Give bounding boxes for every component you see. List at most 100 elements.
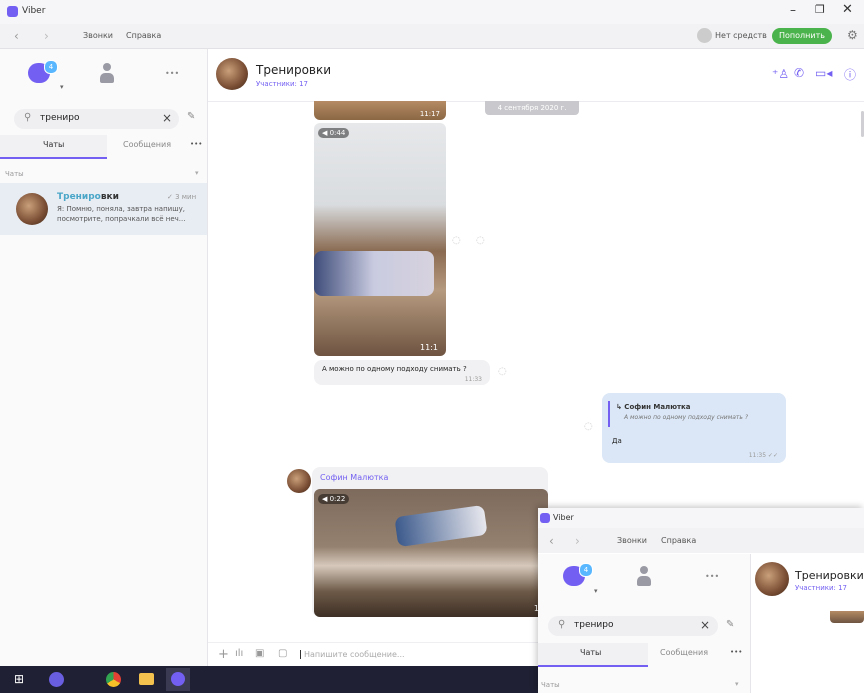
file-explorer-icon[interactable]: [139, 673, 154, 685]
sticker-icon[interactable]: ▢: [278, 648, 287, 659]
video-call-icon[interactable]: ▭◂: [815, 66, 832, 80]
settings-icon[interactable]: ⚙: [847, 28, 858, 42]
menu-calls[interactable]: Звонки: [83, 31, 113, 40]
tab-chats[interactable]: Чаты: [0, 135, 107, 159]
reaction-icon-2[interactable]: ◌: [584, 421, 593, 432]
overlay-tab-chats[interactable]: Чаты: [538, 643, 648, 667]
minimize-icon[interactable]: –: [790, 3, 796, 17]
reaction-icon[interactable]: ◌: [498, 366, 507, 377]
close-icon[interactable]: ✕: [842, 2, 853, 17]
overlay-compose-icon[interactable]: ✎: [726, 619, 734, 630]
chat-preview-line2: посмотрите, попрачкали всё неч...: [57, 215, 186, 223]
overlay-section-chevron-icon[interactable]: ▾: [735, 680, 739, 688]
tab-messages-label: Сообщения: [123, 140, 172, 149]
incoming-message-time: 11:33: [464, 376, 482, 383]
overlay-forward-icon[interactable]: ›: [575, 534, 580, 548]
menu-help[interactable]: Справка: [126, 31, 161, 40]
overlay-menu-calls[interactable]: Звонки: [617, 536, 647, 545]
message-input[interactable]: Напишите сообщение...: [300, 650, 405, 659]
video-message[interactable]: ◀ 0:44 11:1: [314, 123, 446, 356]
chat-subtitle: Участники: 17: [256, 80, 309, 88]
more-icon[interactable]: •••: [165, 69, 179, 78]
reply-time: 11:35 ✓✓: [748, 452, 778, 459]
chat-name: Тренировки: [57, 192, 119, 202]
gif-icon[interactable]: ▣: [255, 648, 264, 659]
sidebar: 4 ▾ ••• ⚲ тренирo × ✎ Чаты Сообщения •••…: [0, 49, 208, 666]
overlay-chat-subtitle: Участники: 17: [795, 584, 848, 592]
overlay-app-title: Viber: [553, 513, 574, 522]
chat-header: Тренировки Участники: 17 ⁺♙ ✆ ▭◂ ⓘ: [208, 49, 864, 102]
contacts-icon[interactable]: [100, 63, 114, 83]
clear-icon[interactable]: ×: [162, 111, 172, 125]
menu-bar: ‹ › Звонки Справка Нет средств Пополнить…: [0, 24, 864, 49]
overlay-viber-logo-icon: [540, 513, 550, 523]
overlay-back-icon[interactable]: ‹: [549, 534, 554, 548]
share-icon[interactable]: ◌: [452, 235, 461, 246]
back-icon[interactable]: ‹: [14, 29, 19, 43]
incoming-video-bubble[interactable]: Софин Малютка ◀ 0:22 12: [312, 467, 548, 617]
taskbar: ⊞: [0, 666, 538, 693]
title-bar: Viber – ❐ ✕: [0, 0, 864, 24]
forward-message-icon[interactable]: ◌: [476, 235, 485, 246]
search-input[interactable]: тренирo: [40, 113, 79, 123]
video-message-2[interactable]: ◀ 0:22 12: [314, 489, 548, 617]
viber-taskbar-icon[interactable]: [166, 668, 190, 691]
forward-icon[interactable]: ›: [44, 29, 49, 43]
second-viber-window: Viber ‹ › Звонки Справка 4 ▾ ••• ⚲ трени…: [538, 508, 864, 693]
compose-icon[interactable]: ✎: [187, 111, 195, 122]
overlay-more-icon[interactable]: •••: [705, 572, 719, 581]
overlay-clear-icon[interactable]: ×: [700, 618, 710, 632]
chat-list-item[interactable]: Тренировки ✓ 3 мин Я: Помню, поняла, зав…: [0, 183, 207, 235]
poll-icon[interactable]: ılı: [235, 648, 243, 659]
incoming-message[interactable]: А можно по одному подходу снимать ? 11:3…: [314, 360, 490, 385]
group-avatar[interactable]: [216, 58, 248, 90]
chat-name-rest: вки: [100, 192, 119, 202]
chat-avatar: [16, 193, 48, 225]
topup-button[interactable]: Пополнить: [772, 28, 832, 44]
tab-messages[interactable]: Сообщения: [107, 135, 187, 157]
overlay-group-avatar[interactable]: [755, 562, 789, 596]
overlay-menu-help[interactable]: Справка: [661, 536, 696, 545]
reply-quote-text: А можно по одному подходу снимать ?: [624, 414, 749, 421]
windows-start-icon[interactable]: ⊞: [14, 672, 24, 686]
overlay-title-bar: Viber: [538, 508, 864, 528]
overlay-contacts-icon[interactable]: [637, 566, 651, 586]
chevron-down-icon[interactable]: ▾: [60, 83, 64, 91]
chat-badge: 4: [44, 60, 58, 74]
overlay-search-input[interactable]: тренирo: [574, 620, 613, 630]
cortana-icon[interactable]: [49, 672, 64, 687]
video-subject-2: [394, 504, 488, 548]
add-icon[interactable]: +: [218, 647, 229, 662]
overlay-search-field[interactable]: ⚲ тренирo ×: [548, 616, 718, 636]
overlay-menu-bar: ‹ › Звонки Справка: [538, 528, 864, 553]
reply-author: ↳ Софин Малютка: [616, 403, 691, 411]
reply-quote: ↳ Софин Малютка А можно по одному подход…: [608, 401, 782, 427]
tab-chats-label: Чаты: [43, 140, 65, 149]
search-field[interactable]: ⚲ тренирo ×: [14, 109, 179, 129]
account-avatar[interactable]: [697, 28, 712, 43]
overlay-chevron-down-icon[interactable]: ▾: [594, 587, 598, 595]
restore-icon[interactable]: ❐: [815, 3, 825, 16]
app-title: Viber: [22, 6, 46, 16]
call-icon[interactable]: ✆: [794, 66, 804, 80]
viber-logo-icon: [7, 6, 18, 17]
overlay-tab-messages-label: Сообщения: [660, 648, 709, 657]
overlay-chat-title[interactable]: Тренировки: [795, 569, 864, 582]
outgoing-reply-message[interactable]: ↳ Софин Малютка А можно по одному подход…: [602, 393, 786, 463]
chat-title[interactable]: Тренировки: [256, 63, 331, 77]
section-label: Чаты: [5, 170, 24, 178]
incoming-message-text: А можно по одному подходу снимать ?: [322, 365, 467, 373]
chat-time: ✓ 3 мин: [167, 193, 197, 201]
section-chevron-icon[interactable]: ▾: [195, 169, 199, 177]
sender-avatar[interactable]: [287, 469, 311, 493]
add-participant-icon[interactable]: ⁺♙: [772, 67, 789, 81]
overlay-tabs-more-icon[interactable]: •••: [730, 648, 742, 656]
overlay-tab-messages[interactable]: Сообщения: [648, 643, 728, 665]
tabs-more-icon[interactable]: •••: [190, 140, 202, 148]
previous-video[interactable]: 11:17: [314, 101, 446, 120]
overlay-tab-chats-label: Чаты: [580, 648, 602, 657]
chrome-icon[interactable]: [106, 672, 121, 687]
overlay-previous-video[interactable]: [830, 611, 864, 623]
overlay-section-label: Чаты: [541, 681, 560, 689]
info-icon[interactable]: ⓘ: [844, 66, 856, 83]
